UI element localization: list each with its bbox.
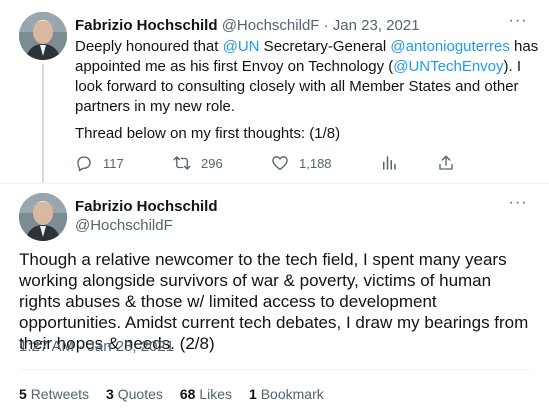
views-icon xyxy=(383,156,396,170)
reply-count: 117 xyxy=(103,155,124,171)
bookmarks-count: 1 xyxy=(249,386,257,402)
more-options-icon[interactable]: ··· xyxy=(508,13,528,34)
retweet-icon xyxy=(173,156,191,170)
mention-untechenvoy[interactable]: @UNTechEnvoy xyxy=(393,58,503,75)
quotes-stat[interactable]: 3 Quotes xyxy=(106,385,163,403)
tweet-date[interactable]: Jan 23, 2021 xyxy=(333,17,420,34)
reply-icon xyxy=(77,156,91,172)
tweet-2-header: Fabrizio Hochschild xyxy=(75,197,218,217)
views-button[interactable] xyxy=(380,153,408,173)
like-count: 1,188 xyxy=(299,155,332,171)
mention-un[interactable]: @UN xyxy=(223,38,260,55)
share-icon xyxy=(439,155,453,170)
bookmarks-label: Bookmark xyxy=(260,386,324,402)
tweet-timestamp[interactable]: 1:27 AM · Jan 23, 2021 xyxy=(19,337,174,357)
share-button[interactable] xyxy=(437,153,465,173)
thread-note: Thread below on my first thoughts: (1/8) xyxy=(75,125,341,142)
text-segment: Deeply honoured that xyxy=(75,38,223,55)
more-options-icon[interactable]: ··· xyxy=(508,195,528,216)
tweet-1[interactable]: Fabrizio Hochschild @HochschildF · Jan 2… xyxy=(0,0,549,184)
mention-antonioguterres[interactable]: @antonioguterres xyxy=(390,38,509,55)
stats-divider xyxy=(19,369,530,370)
tweet-header: Fabrizio Hochschild @HochschildF · Jan 2… xyxy=(75,16,420,36)
retweets-stat[interactable]: 5 Retweets xyxy=(19,385,89,403)
separator: · xyxy=(323,17,329,34)
tweet-divider xyxy=(0,183,549,184)
author-name[interactable]: Fabrizio Hochschild xyxy=(75,17,218,34)
likes-count: 68 xyxy=(179,386,196,402)
quotes-label: Quotes xyxy=(117,386,163,402)
likes-label: Likes xyxy=(199,386,233,402)
author-handle[interactable]: @HochschildF xyxy=(75,216,173,236)
engagement-stats: 5 Retweets 3 Quotes 68 Likes 1 Bookmark xyxy=(19,385,341,403)
reply-button[interactable]: 117 xyxy=(75,153,124,173)
like-icon xyxy=(272,156,288,171)
retweet-button[interactable]: 296 xyxy=(173,153,223,173)
thread-line xyxy=(42,64,44,184)
quotes-count: 3 xyxy=(106,386,114,402)
retweet-count: 296 xyxy=(201,155,223,171)
retweets-count: 5 xyxy=(19,386,27,402)
likes-stat[interactable]: 68 Likes xyxy=(180,385,232,403)
action-bar: 117 296 1,188 xyxy=(75,153,495,173)
author-handle[interactable]: @HochschildF xyxy=(222,17,320,34)
tweet-text: Deeply honoured that @UN Secretary-Gener… xyxy=(75,37,541,117)
bookmarks-stat[interactable]: 1 Bookmark xyxy=(249,385,324,403)
like-button[interactable]: 1,188 xyxy=(271,153,332,173)
avatar[interactable] xyxy=(19,193,67,241)
retweets-label: Retweets xyxy=(30,386,90,402)
avatar[interactable] xyxy=(19,12,67,60)
text-segment: Secretary-General xyxy=(259,38,391,55)
author-name[interactable]: Fabrizio Hochschild xyxy=(75,198,218,215)
